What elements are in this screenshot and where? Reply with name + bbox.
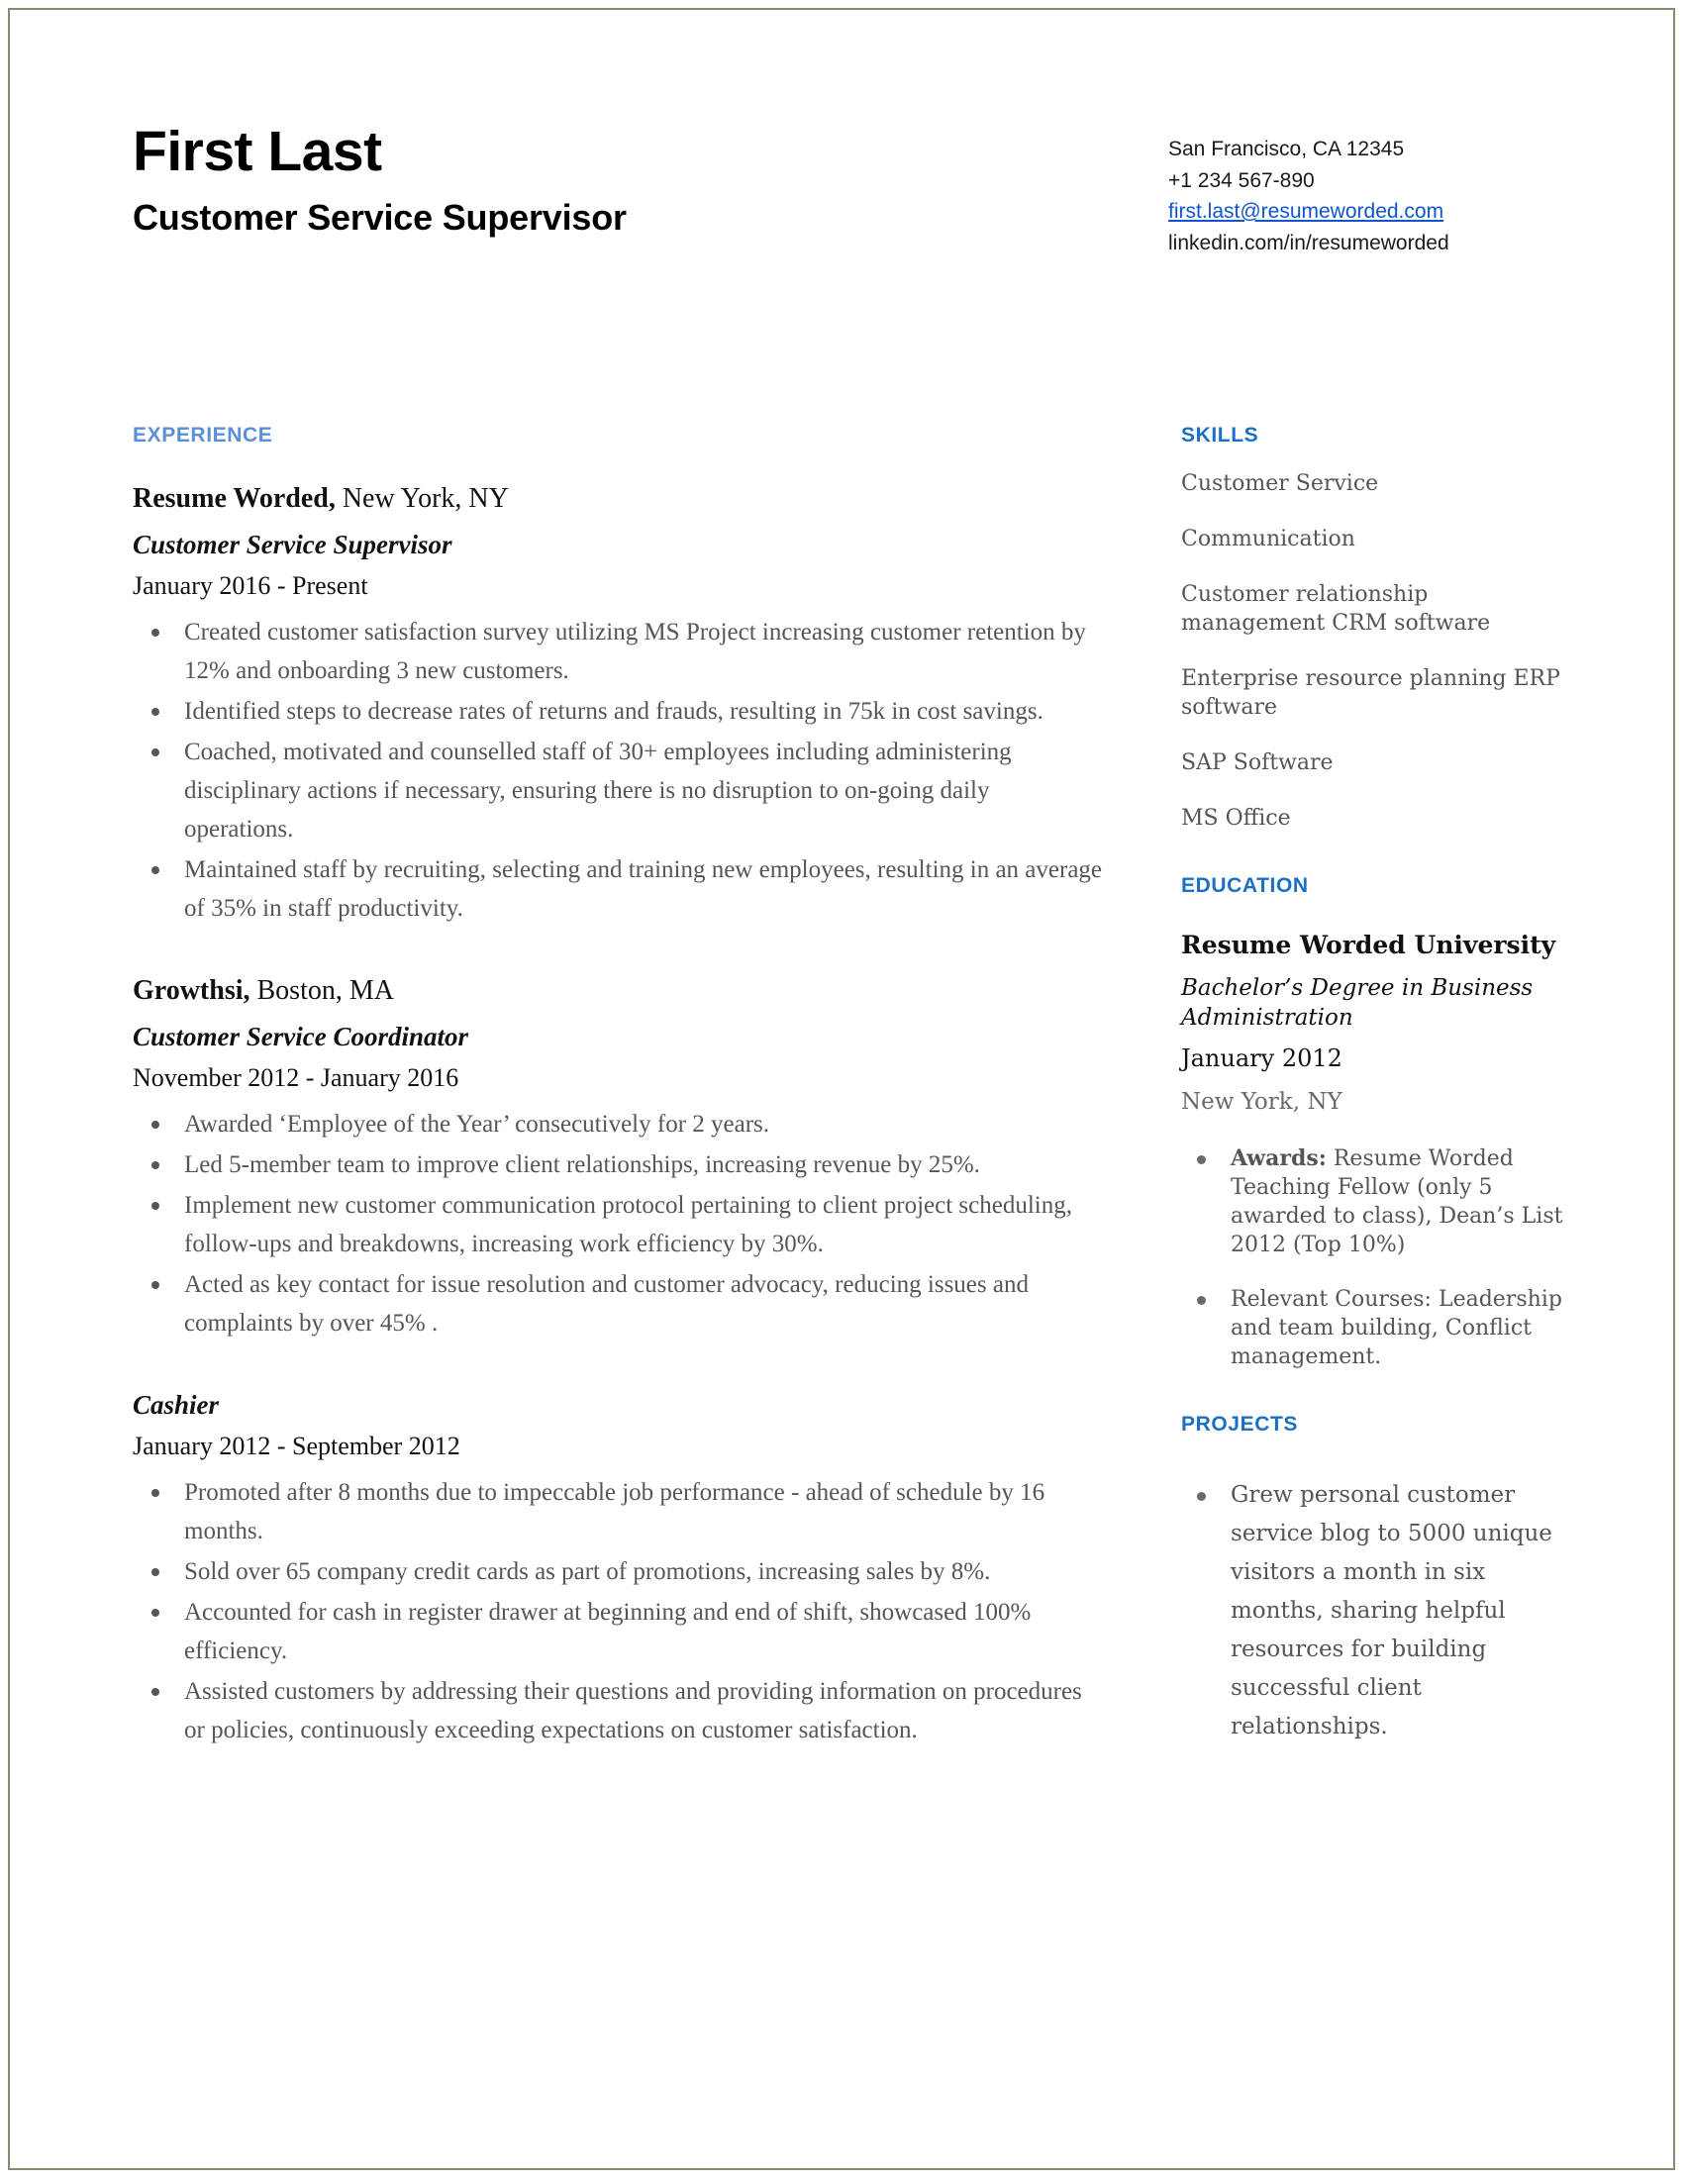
education-bullet: Awards: Resume Worded Teaching Fellow (o… [1181,1144,1567,1259]
education-bullet-text: Relevant Courses: Leadership and team bu… [1231,1287,1562,1369]
job-bullet: Coached, motivated and counselled staff … [133,733,1103,848]
candidate-name: First Last [133,120,382,183]
contact-linkedin: linkedin.com/in/resumeworded [1168,231,1449,254]
job-dates: January 2016 - Present [133,571,368,600]
education-date: January 2012 [1181,1044,1342,1072]
experience-entry: Cashier January 2012 - September 2012 Pr… [133,1388,1103,1749]
resume-sheet: First Last Customer Service Supervisor S… [10,10,1673,2168]
job-bullet: Identified steps to decrease rates of re… [133,692,1103,731]
resume-page-frame: First Last Customer Service Supervisor S… [8,8,1675,2170]
project-bullet: Grew personal customer service blog to 5… [1181,1476,1567,1746]
job-dates: November 2012 - January 2016 [133,1063,459,1092]
skills-list: Customer Service Communication Customer … [1181,469,1567,833]
contact-phone: +1 234 567-890 [1168,168,1315,192]
skill-item: Communication [1181,527,1355,551]
job-bullet: Sold over 65 company credit cards as par… [133,1552,1103,1591]
job-bullet: Led 5-member team to improve client rela… [133,1145,1103,1184]
section-heading-skills: SKILLS [1181,424,1259,447]
skill-item: Enterprise resource planning ERP softwar… [1181,666,1560,720]
job-bullet: Promoted after 8 months due to impeccabl… [133,1473,1103,1550]
section-heading-projects: PROJECTS [1181,1413,1298,1436]
sidebar-column: SKILLS Customer Service Communication Cu… [1181,424,1567,1772]
job-bullet: Acted as key contact for issue resolutio… [133,1265,1103,1342]
contact-info: San Francisco, CA 12345 +1 234 567-890 f… [1168,134,1564,258]
education-section: EDUCATION Resume Worded University Bache… [1181,874,1567,1371]
experience-entry: Growthsi, Boston, MA Customer Service Co… [133,973,1103,1342]
job-bullet: Maintained staff by recruiting, selectin… [133,850,1103,928]
job-bullet-list: Created customer satisfaction survey uti… [133,613,1103,928]
skill-item: SAP Software [1181,750,1334,775]
skill-item: Customer Service [1181,471,1379,496]
section-heading-education: EDUCATION [1181,874,1309,897]
job-company-location: New York, NY [335,483,509,514]
job-company-line: Resume Worded, New York, NY [133,481,1103,517]
job-company-name: Growthsi, [133,975,250,1006]
job-company-name: Resume Worded, [133,483,336,514]
job-bullet: Implement new customer communication pro… [133,1186,1103,1263]
education-school: Resume Worded University [1181,931,1556,959]
job-bullet-list: Awarded ‘Employee of the Year’ consecuti… [133,1105,1103,1342]
job-dates: January 2012 - September 2012 [133,1432,460,1460]
education-bullet-list: Awards: Resume Worded Teaching Fellow (o… [1181,1144,1567,1371]
job-bullet-list: Promoted after 8 months due to impeccabl… [133,1473,1103,1749]
education-degree: Bachelor’s Degree in Business Administra… [1181,975,1534,1031]
header-identity: First Last Customer Service Supervisor [133,121,627,240]
job-title: Cashier [133,1390,220,1420]
job-bullet: Assisted customers by addressing their q… [133,1672,1103,1749]
job-bullet: Created customer satisfaction survey uti… [133,613,1103,690]
skill-item: MS Office [1181,806,1291,831]
projects-section: PROJECTS Grew personal customer service … [1181,1413,1567,1746]
skills-section: SKILLS Customer Service Communication Cu… [1181,424,1567,833]
resume-header: First Last Customer Service Supervisor S… [133,121,1564,279]
skill-item: Customer relationship management CRM sof… [1181,582,1491,636]
contact-email-link[interactable]: first.last@resumeworded.com [1168,196,1564,228]
job-bullet: Awarded ‘Employee of the Year’ consecuti… [133,1105,1103,1143]
job-title: Customer Service Coordinator [133,1022,469,1051]
education-bullet-label: Awards: [1231,1145,1327,1171]
job-title: Customer Service Supervisor [133,530,452,559]
job-company-line: Growthsi, Boston, MA [133,973,1103,1009]
job-company-location: Boston, MA [249,975,394,1006]
candidate-headline: Customer Service Supervisor [133,197,627,238]
main-column: EXPERIENCE Resume Worded, New York, NY C… [133,424,1103,1751]
section-heading-experience: EXPERIENCE [133,424,273,447]
education-bullet: Relevant Courses: Leadership and team bu… [1181,1285,1567,1371]
job-bullet: Accounted for cash in register drawer at… [133,1593,1103,1670]
projects-bullet-list: Grew personal customer service blog to 5… [1181,1476,1567,1746]
education-location: New York, NY [1181,1089,1342,1115]
experience-entry: Resume Worded, New York, NY Customer Ser… [133,481,1103,928]
contact-location: San Francisco, CA 12345 [1168,138,1405,160]
